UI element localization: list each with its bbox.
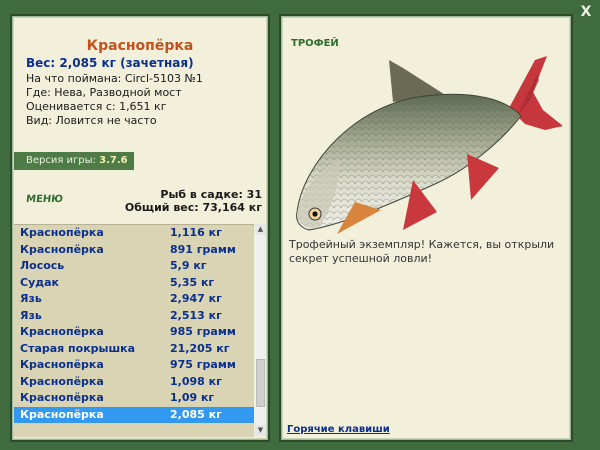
version-bar: Версия игры: 3.7.6 [14, 152, 134, 170]
version-label: Версия игры: [26, 155, 96, 166]
fish-weight: Вес: 2,085 кг (зачетная) [26, 56, 194, 70]
catch-fish-weight: 1,09 кг [170, 391, 215, 404]
catch-list-row[interactable]: Краснопёрка 2,085 кг [14, 406, 254, 423]
catch-fish-weight: 2,947 кг [170, 292, 222, 305]
fish-details: На что поймана: Circl-5103 №1 Где: Нева,… [26, 72, 203, 128]
catch-fish-name: Краснопёрка [20, 325, 104, 338]
cage-fish-count: Рыб в садке: 31 [160, 188, 262, 201]
catch-fish-weight: 2,513 кг [170, 308, 222, 322]
catch-list-row[interactable]: Краснопёрка 1,098 кг [14, 374, 254, 391]
catch-fish-name: Краснопёрка [20, 391, 104, 404]
location-text: Где: Нева, Разводной мост [26, 86, 182, 99]
catch-list-row[interactable]: Краснопёрка 1,116 кг [14, 225, 254, 242]
catch-fish-weight: 1,116 кг [170, 226, 222, 239]
catch-fish-name: Краснопёрка [20, 358, 104, 371]
catch-fish-name: Судак [20, 275, 60, 289]
catch-list-row[interactable]: Краснопёрка 891 грамм [14, 242, 254, 259]
catch-fish-name: Старая покрышка [20, 341, 136, 355]
catch-fish-name: Лосось [20, 259, 65, 272]
version-number: 3.7.6 [99, 155, 128, 166]
catch-list-row[interactable]: Краснопёрка 975 грамм [14, 357, 254, 374]
catch-list-row[interactable]: Старая покрышка 21,205 кг [14, 341, 254, 358]
rarity-text: Вид: Ловится не часто [26, 114, 157, 127]
catch-list[interactable]: Краснопёрка 1,116 кг Краснопёрка 891 грамм Л… [14, 224, 254, 437]
min-weight-text: Оценивается с: 1,651 кг [26, 100, 167, 113]
scroll-down-arrow-icon[interactable]: ▼ [255, 425, 266, 436]
hotkeys-link[interactable]: Горячие клавиши [287, 424, 390, 435]
catch-fish-weight: 975 грамм [170, 358, 236, 371]
trophy-message: Трофейный экземпляр! Кажется, вы открыли… [289, 238, 555, 265]
catch-fish-weight: 1,098 кг [170, 374, 222, 388]
catch-fish-name: Краснопёрка [20, 407, 104, 421]
fish-info-panel: Краснопёрка Вес: 2,085 кг (зачетная) На … [10, 14, 270, 442]
fish-name: Краснопёрка [86, 38, 194, 54]
catch-fish-weight: 891 грамм [170, 242, 236, 256]
menu-button[interactable]: МЕНЮ [25, 194, 63, 205]
scrollbar-thumb[interactable] [256, 359, 265, 407]
cage-total-weight: Общий вес: 73,164 кг [124, 201, 262, 214]
catch-list-row[interactable]: Краснопёрка 1,09 кг [14, 390, 254, 407]
catch-list-row[interactable]: Язь 2,513 кг [14, 308, 254, 325]
catch-list-row[interactable]: Лосось 5,9 кг [14, 258, 254, 275]
catch-fish-weight: 5,35 кг [170, 275, 215, 289]
catch-fish-weight: 21,205 кг [170, 341, 230, 355]
catch-fish-name: Краснопёрка [20, 374, 104, 388]
catch-fish-name: Краснопёрка [20, 226, 104, 239]
cage-stats: Рыб в садке: 31 Общий вес: 73,164 кг [125, 188, 262, 214]
rudd-fish-image [296, 56, 563, 234]
catch-list-scrollbar[interactable]: ▲ ▼ [255, 224, 266, 436]
catch-fish-weight: 5,9 кг [170, 259, 207, 272]
caught-on-text: На что поймана: Circl-5103 №1 [26, 72, 203, 85]
catch-fish-name: Язь [20, 308, 42, 322]
catch-fish-weight: 2,085 кг [170, 407, 222, 421]
trophy-panel: ТРОФЕЙ Трофейный экземпляр! Кажется, вы … [279, 14, 573, 442]
catch-list-row[interactable]: Язь 2,947 кг [14, 291, 254, 308]
scroll-up-arrow-icon[interactable]: ▲ [255, 224, 266, 235]
catch-fish-name: Язь [20, 292, 42, 305]
catch-fish-name: Краснопёрка [20, 242, 104, 256]
catch-list-row[interactable]: Краснопёрка 985 грамм [14, 324, 254, 341]
catch-list-row[interactable]: Судак 5,35 кг [14, 275, 254, 292]
trophy-label: ТРОФЕЙ [291, 38, 339, 49]
catch-fish-weight: 985 грамм [170, 325, 236, 338]
close-button[interactable]: X [578, 4, 594, 20]
